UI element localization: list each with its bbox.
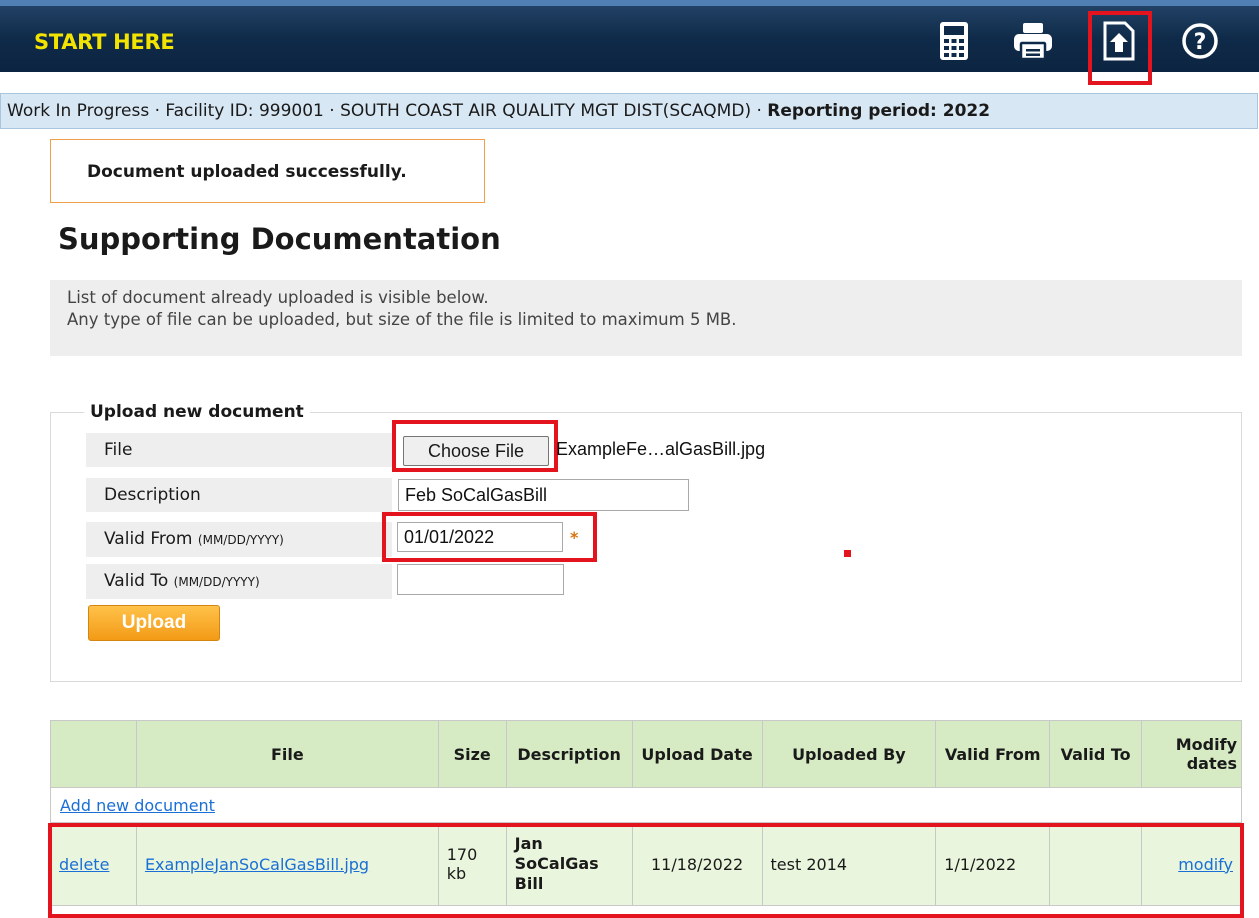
info-line: Any type of file can be uploaded, but si… <box>67 310 737 329</box>
agency-name-text: SOUTH COAST AIR QUALITY MGT DIST(SCAQMD) <box>340 101 752 121</box>
upload-date-cell: 11/18/2022 <box>631 822 763 906</box>
chosen-file-name: ExampleFe…alGasBill.jpg <box>556 439 766 459</box>
size-cell: 170 kb <box>437 822 507 906</box>
valid-to-format-hint: (MM/DD/YYYY) <box>173 575 260 589</box>
column-header: Valid To <box>1049 720 1143 788</box>
separator: · <box>149 101 166 121</box>
upload-button[interactable]: Upload <box>88 605 220 641</box>
facility-info-bar: Work In Progress · Facility ID: 999001 ·… <box>0 93 1258 129</box>
column-header: Size <box>437 720 507 788</box>
valid-to-label: Valid To (MM/DD/YYYY) <box>86 564 392 599</box>
upload-form-legend: Upload new document <box>84 402 310 422</box>
file-label: File <box>86 433 392 467</box>
modify-link[interactable]: modify <box>1178 855 1233 874</box>
description-text: Jan SoCalGas Bill <box>514 834 599 893</box>
top-header-bar <box>0 0 1259 72</box>
valid-from-input[interactable] <box>397 522 563 552</box>
valid-from-label: Valid From (MM/DD/YYYY) <box>86 522 392 557</box>
table-row: delete ExampleJanSoCalGasBill.jpg 170 kb… <box>50 822 1242 906</box>
column-header: Valid From <box>935 720 1051 788</box>
uploaded-by-cell: test 2014 <box>761 822 937 906</box>
status-text: Work In Progress <box>7 101 150 121</box>
reporting-period-text: Reporting period: 2022 <box>767 101 991 121</box>
column-header: Modify dates <box>1141 720 1242 788</box>
valid-from-format-hint: (MM/DD/YYYY) <box>197 533 284 547</box>
facility-id-text: Facility ID: 999001 <box>165 101 324 121</box>
file-link[interactable]: ExampleJanSoCalGasBill.jpg <box>145 855 369 874</box>
column-header: Description <box>505 720 633 788</box>
info-line: List of document already uploaded is vis… <box>67 288 489 307</box>
column-header: Upload Date <box>631 720 763 788</box>
description-cell: Jan SoCalGas Bill <box>505 822 633 906</box>
upload-icon[interactable] <box>1098 20 1140 62</box>
add-document-row: Add new document <box>50 787 1242 823</box>
red-marker-dot <box>844 550 851 557</box>
separator: · <box>751 101 768 121</box>
column-header <box>50 720 137 788</box>
required-marker: * <box>570 528 579 547</box>
add-new-document-link[interactable]: Add new document <box>60 796 215 815</box>
calculator-icon[interactable] <box>933 20 975 62</box>
delete-link[interactable]: delete <box>59 855 109 874</box>
table-header-row: File Size Description Upload Date Upload… <box>50 720 1242 788</box>
choose-file-button[interactable]: Choose File <box>403 436 549 466</box>
svg-text:?: ? <box>1194 30 1207 55</box>
documents-table: File Size Description Upload Date Upload… <box>50 720 1242 906</box>
success-message: Document uploaded successfully. <box>50 139 485 203</box>
column-header: File <box>135 720 439 788</box>
valid-to-label-text: Valid To <box>104 571 169 591</box>
help-icon[interactable]: ? <box>1179 20 1221 62</box>
description-label: Description <box>86 478 392 512</box>
valid-to-cell <box>1049 822 1143 906</box>
valid-from-label-text: Valid From <box>104 529 193 549</box>
description-input[interactable] <box>398 479 689 511</box>
info-box: List of document already uploaded is vis… <box>50 280 1242 356</box>
valid-to-input[interactable] <box>397 564 564 595</box>
printer-icon[interactable] <box>1012 20 1054 62</box>
valid-from-cell: 1/1/2022 <box>935 822 1051 906</box>
start-here-link[interactable]: START HERE <box>34 30 175 54</box>
column-header: Uploaded By <box>761 720 937 788</box>
separator: · <box>323 101 341 121</box>
page-title: Supporting Documentation <box>58 222 501 256</box>
